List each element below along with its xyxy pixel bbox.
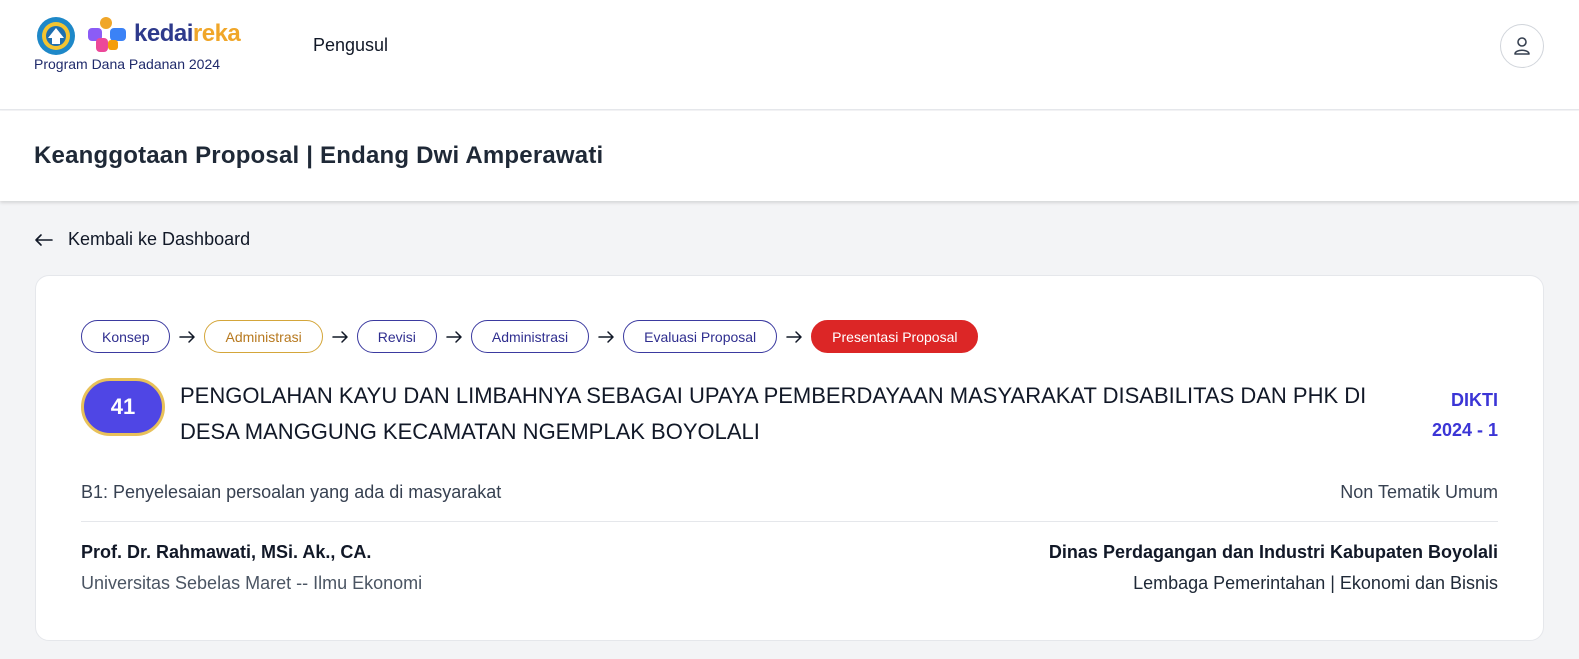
step-administrasi-2[interactable]: Administrasi bbox=[470, 320, 590, 353]
step-evaluasi-proposal[interactable]: Evaluasi Proposal bbox=[623, 320, 778, 353]
step-presentasi-proposal[interactable]: Presentasi Proposal bbox=[811, 320, 979, 353]
scheme-name: DIKTI bbox=[1451, 390, 1498, 410]
program-label: Program Dana Padanan 2024 bbox=[34, 56, 221, 72]
leader-info: Prof. Dr. Rahmawati, MSi. Ak., CA. Unive… bbox=[81, 542, 422, 594]
nav-item-pengusul[interactable]: Pengusul bbox=[313, 35, 388, 56]
brand-wordmark-part1: kedai bbox=[134, 20, 193, 47]
step-revisi[interactable]: Revisi bbox=[356, 320, 437, 353]
back-to-dashboard-link[interactable]: Kembali ke Dashboard bbox=[34, 229, 250, 250]
scheme-label: DIKTI 2024 - 1 bbox=[1432, 385, 1498, 445]
brand-logo[interactable]: kedaireka Program Dana Padanan 2024 bbox=[34, 14, 264, 78]
step-konsep[interactable]: Konsep bbox=[81, 320, 171, 353]
user-menu-button[interactable] bbox=[1500, 24, 1544, 68]
arrow-left-icon bbox=[35, 233, 53, 246]
status-stepper: Konsep Administrasi Revisi Administrasi … bbox=[81, 320, 979, 353]
scheme-period: 2024 - 1 bbox=[1431, 420, 1498, 440]
page-title: Keanggotaan Proposal | Endang Dwi Ampera… bbox=[34, 142, 604, 169]
proposal-meta-row: B1: Penyelesaian persoalan yang ada di m… bbox=[81, 482, 1498, 503]
kemdikbud-logo-icon bbox=[37, 17, 75, 55]
arrow-right-icon bbox=[323, 330, 357, 344]
page-header: Keanggotaan Proposal | Endang Dwi Ampera… bbox=[0, 111, 1579, 201]
partner-affiliation: Lembaga Pemerintahan | Ekonomi dan Bisni… bbox=[1133, 573, 1498, 593]
leader-name: Prof. Dr. Rahmawati, MSi. Ak., CA. bbox=[81, 542, 372, 562]
arrow-right-icon bbox=[170, 330, 204, 344]
top-navbar: kedaireka Program Dana Padanan 2024 Peng… bbox=[0, 0, 1579, 110]
proposal-category: B1: Penyelesaian persoalan yang ada di m… bbox=[81, 482, 502, 502]
user-icon bbox=[1514, 37, 1530, 55]
kedaireka-logo-icon bbox=[88, 17, 126, 52]
proposal-title: PENGOLAHAN KAYU DAN LIMBAHNYA SEBAGAI UP… bbox=[180, 383, 1367, 444]
arrow-right-icon bbox=[437, 330, 471, 344]
leader-affiliation: Universitas Sebelas Maret -- Ilmu Ekonom… bbox=[81, 573, 423, 593]
brand-wordmark-part2: reka bbox=[192, 20, 241, 47]
arrow-right-icon bbox=[589, 330, 623, 344]
divider bbox=[81, 521, 1498, 522]
partner-name: Dinas Perdagangan dan Industri Kabupaten… bbox=[1048, 542, 1498, 562]
step-administrasi-1[interactable]: Administrasi bbox=[204, 320, 323, 353]
brand-wordmark: kedaireka bbox=[134, 20, 241, 48]
proposal-card: Konsep Administrasi Revisi Administrasi … bbox=[35, 275, 1544, 641]
partner-info: Dinas Perdagangan dan Industri Kabupaten… bbox=[1049, 542, 1498, 594]
proposal-theme: Non Tematik Umum bbox=[1340, 482, 1498, 502]
arrow-right-icon bbox=[777, 330, 811, 344]
back-link-label: Kembali ke Dashboard bbox=[68, 229, 251, 249]
proposal-number-badge: 41 bbox=[81, 378, 165, 436]
